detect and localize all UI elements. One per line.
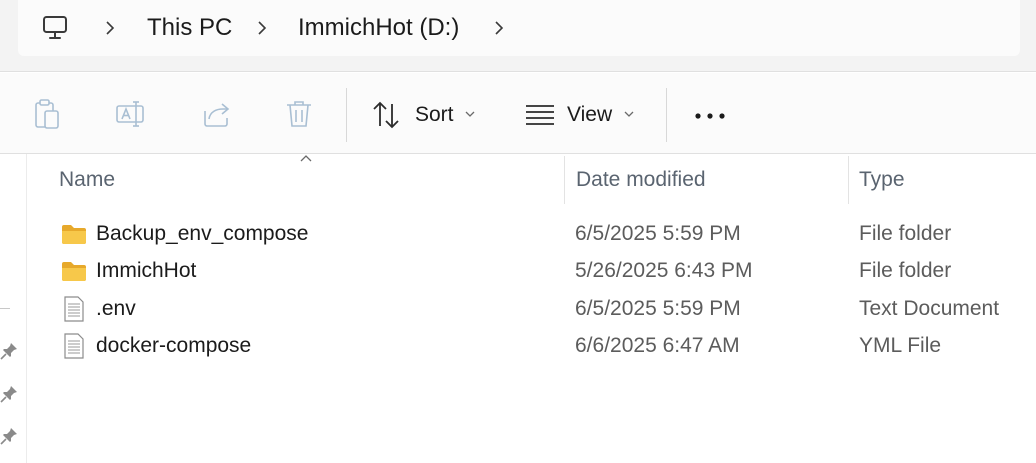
file-row[interactable]: Backup_env_compose 6/5/2025 5:59 PM File… — [40, 216, 1036, 253]
navigation-divider — [0, 308, 10, 309]
file-date: 5/26/2025 6:43 PM — [575, 259, 753, 282]
address-bar-divider — [0, 71, 1036, 72]
file-name[interactable]: ImmichHot — [96, 259, 196, 283]
document-icon — [64, 333, 84, 359]
pin-icon[interactable] — [0, 342, 18, 360]
column-header-type[interactable]: Type — [859, 168, 905, 192]
file-name[interactable]: docker-compose — [96, 334, 251, 358]
breadcrumb-chevron-icon[interactable] — [102, 18, 118, 38]
delete-icon[interactable] — [282, 97, 316, 131]
more-options-icon[interactable] — [692, 108, 728, 124]
sort-ascending-indicator-icon — [300, 155, 312, 162]
file-date: 6/5/2025 5:59 PM — [575, 222, 741, 245]
file-type: Text Document — [859, 297, 1000, 320]
column-header-name[interactable]: Name — [59, 168, 115, 192]
breadcrumb-this-pc[interactable]: This PC — [147, 14, 232, 42]
file-date: 6/6/2025 6:47 AM — [575, 334, 740, 357]
toolbar-separator — [346, 88, 347, 142]
file-row[interactable]: .env 6/5/2025 5:59 PM Text Document — [40, 291, 1036, 328]
column-header-date[interactable]: Date modified — [576, 168, 706, 192]
share-icon[interactable] — [199, 97, 233, 131]
pin-icon[interactable] — [0, 427, 18, 445]
sort-button[interactable]: Sort — [415, 103, 454, 127]
column-divider[interactable] — [848, 156, 849, 204]
command-bar-divider — [0, 153, 1036, 154]
breadcrumb-chevron-icon[interactable] — [254, 18, 270, 38]
view-chevron-down-icon[interactable] — [623, 110, 635, 118]
pin-icon[interactable] — [0, 385, 18, 403]
file-type: YML File — [859, 334, 942, 357]
breadcrumb-chevron-icon[interactable] — [491, 18, 507, 38]
this-pc-monitor-icon[interactable] — [41, 14, 69, 42]
command-bar — [0, 73, 1036, 153]
file-name[interactable]: Backup_env_compose — [96, 222, 308, 246]
folder-icon — [62, 262, 86, 281]
view-button[interactable]: View — [567, 103, 612, 127]
breadcrumb-drive[interactable]: ImmichHot (D:) — [298, 14, 459, 42]
file-name[interactable]: .env — [96, 297, 136, 321]
view-icon[interactable] — [524, 101, 556, 129]
document-icon — [64, 296, 84, 322]
file-row[interactable]: ImmichHot 5/26/2025 6:43 PM File folder — [40, 253, 1036, 290]
toolbar-separator — [666, 88, 667, 142]
sort-chevron-down-icon[interactable] — [464, 110, 476, 118]
sort-icon[interactable] — [370, 99, 402, 131]
file-type: File folder — [859, 259, 952, 282]
rename-icon[interactable] — [114, 97, 148, 131]
file-row[interactable]: docker-compose 6/6/2025 6:47 AM YML File — [40, 328, 1036, 365]
paste-icon[interactable] — [30, 97, 64, 131]
folder-icon — [62, 225, 86, 244]
file-type: File folder — [859, 222, 952, 245]
column-divider[interactable] — [564, 156, 565, 204]
file-date: 6/5/2025 5:59 PM — [575, 297, 741, 320]
